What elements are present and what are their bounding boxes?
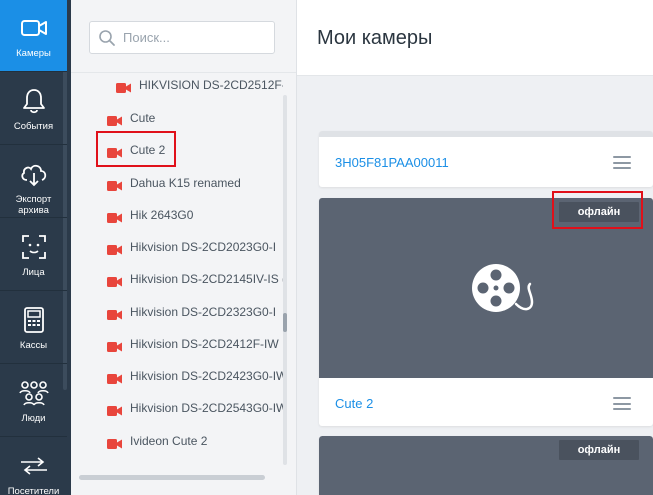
face-scan-icon [19, 233, 49, 261]
camera-icon [107, 403, 122, 416]
nav-item-visitors[interactable]: Посетители [0, 438, 67, 495]
camera-preview[interactable]: офлайн [319, 436, 653, 495]
tree-item-camera[interactable]: Dahua K15 renamed [107, 174, 241, 192]
camera-icon [19, 14, 49, 42]
camera-icon [107, 113, 122, 126]
tree-item-camera[interactable]: Ivideon Cute 2 [107, 432, 207, 450]
nav-label: Камеры [16, 48, 51, 59]
people-icon [18, 379, 49, 407]
tree-item-label: HIKVISION DS-2CD2512F-I [139, 78, 283, 92]
status-badge: офлайн [559, 202, 639, 222]
nav-item-registers[interactable]: Кассы [0, 292, 67, 364]
tree-scrollbar-track[interactable] [283, 95, 287, 465]
tree-item-camera[interactable]: Hik 2643G0 [107, 206, 193, 224]
tree-item-label: Dahua K15 renamed [130, 176, 241, 190]
cash-register-icon [19, 306, 49, 334]
hamburger-menu-icon[interactable] [613, 156, 631, 169]
tree-item-camera[interactable]: HIKVISION DS-2CD2512F-I [116, 76, 283, 94]
nav-label: События [13, 121, 54, 132]
nav-label: Экспорт архива [15, 194, 52, 216]
camera-icon [107, 371, 122, 384]
search-input[interactable] [123, 30, 263, 45]
tree-item-label: Hikvision DS-2CD2543G0-IW [130, 401, 283, 415]
tree-item-label: Hikvision DS-2CD2323G0-I [130, 305, 277, 319]
camera-icon [107, 145, 122, 158]
tree-item-camera[interactable]: Hikvision DS-2CD2412F-IW [107, 335, 279, 353]
tree-scrollbar-thumb[interactable] [283, 313, 287, 332]
tree-item-label: Hikvision DS-2CD2423G0-IW [130, 369, 283, 383]
tree-item-label: Hikvision DS-2CD2145IV-IS (c [130, 272, 283, 286]
tree-item-label: Cute [130, 111, 156, 125]
camera-icon [107, 339, 122, 352]
cloud-download-icon [19, 160, 49, 188]
camera-name-link[interactable]: 3H05F81PAA00011 [335, 155, 449, 170]
camera-card[interactable]: офлайн [319, 436, 653, 495]
tree-item-label: Ivideon Cute 2 [130, 434, 208, 448]
tree-item-camera[interactable]: Hikvision DS-2CD2145IV-IS (c [107, 270, 283, 288]
tree-item-label: Hik 2643G0 [130, 208, 194, 222]
nav-label: Люди [21, 413, 46, 424]
hamburger-menu-icon[interactable] [613, 397, 631, 410]
tree-item-label: Cute 2 [130, 143, 166, 157]
main-content: Мои камеры 3H05F81PAA00011 офлайн Cute 2… [297, 0, 653, 495]
camera-name-link[interactable]: Cute 2 [335, 396, 373, 411]
camera-tree-panel: HIKVISION DS-2CD2512F-I Cute Cute 2 Dahu… [71, 0, 297, 495]
app: Камеры События Экспорт архива Лица Кассы [0, 0, 653, 495]
tree-item-camera[interactable]: Hikvision DS-2CD2423G0-IW [107, 367, 283, 385]
status-badge: офлайн [559, 440, 639, 460]
card-top-strip [319, 131, 653, 137]
horizontal-scrollbar[interactable] [79, 475, 265, 480]
tree-item-camera[interactable]: Hikvision DS-2CD2543G0-IW [107, 399, 283, 417]
tree-item-camera-selected[interactable]: Cute 2 [107, 141, 165, 159]
visitors-icon [19, 452, 49, 480]
tree-item-camera[interactable]: Hikvision DS-2CD2323G0-I [107, 303, 276, 321]
side-nav: Камеры События Экспорт архива Лица Кассы [0, 0, 71, 495]
nav-item-cameras[interactable]: Камеры [0, 0, 67, 72]
nav-item-events[interactable]: События [0, 73, 67, 145]
nav-label: Кассы [19, 340, 48, 351]
camera-card[interactable]: 3H05F81PAA00011 [319, 131, 653, 187]
tree-item-label: Hikvision DS-2CD2023G0-I [130, 240, 277, 254]
nav-label: Лица [22, 267, 45, 278]
tree-item-camera[interactable]: Hikvision DS-2CD2023G0-I [107, 238, 276, 256]
search-box[interactable] [89, 21, 275, 54]
camera-icon [116, 80, 131, 93]
page-header: Мои камеры [297, 0, 653, 76]
nav-item-faces[interactable]: Лица [0, 219, 67, 291]
camera-card[interactable]: офлайн Cute 2 [319, 198, 653, 426]
nav-label: Посетители [7, 486, 60, 495]
search-icon [98, 29, 116, 47]
nav-item-people[interactable]: Люди [0, 365, 67, 437]
film-reel-icon [466, 258, 546, 323]
camera-tree-list: HIKVISION DS-2CD2512F-I Cute Cute 2 Dahu… [71, 73, 283, 483]
camera-icon [107, 242, 122, 255]
camera-preview[interactable]: офлайн [319, 198, 653, 378]
nav-item-export[interactable]: Экспорт архива [0, 146, 67, 218]
camera-icon [107, 210, 122, 223]
bell-icon [19, 87, 49, 115]
camera-icon [107, 307, 122, 320]
camera-icon [107, 436, 122, 449]
camera-icon [107, 178, 122, 191]
tree-item-label: Hikvision DS-2CD2412F-IW [130, 337, 279, 351]
camera-icon [107, 274, 122, 287]
page-title: Мои камеры [317, 27, 433, 49]
tree-item-camera[interactable]: Cute [107, 109, 155, 127]
